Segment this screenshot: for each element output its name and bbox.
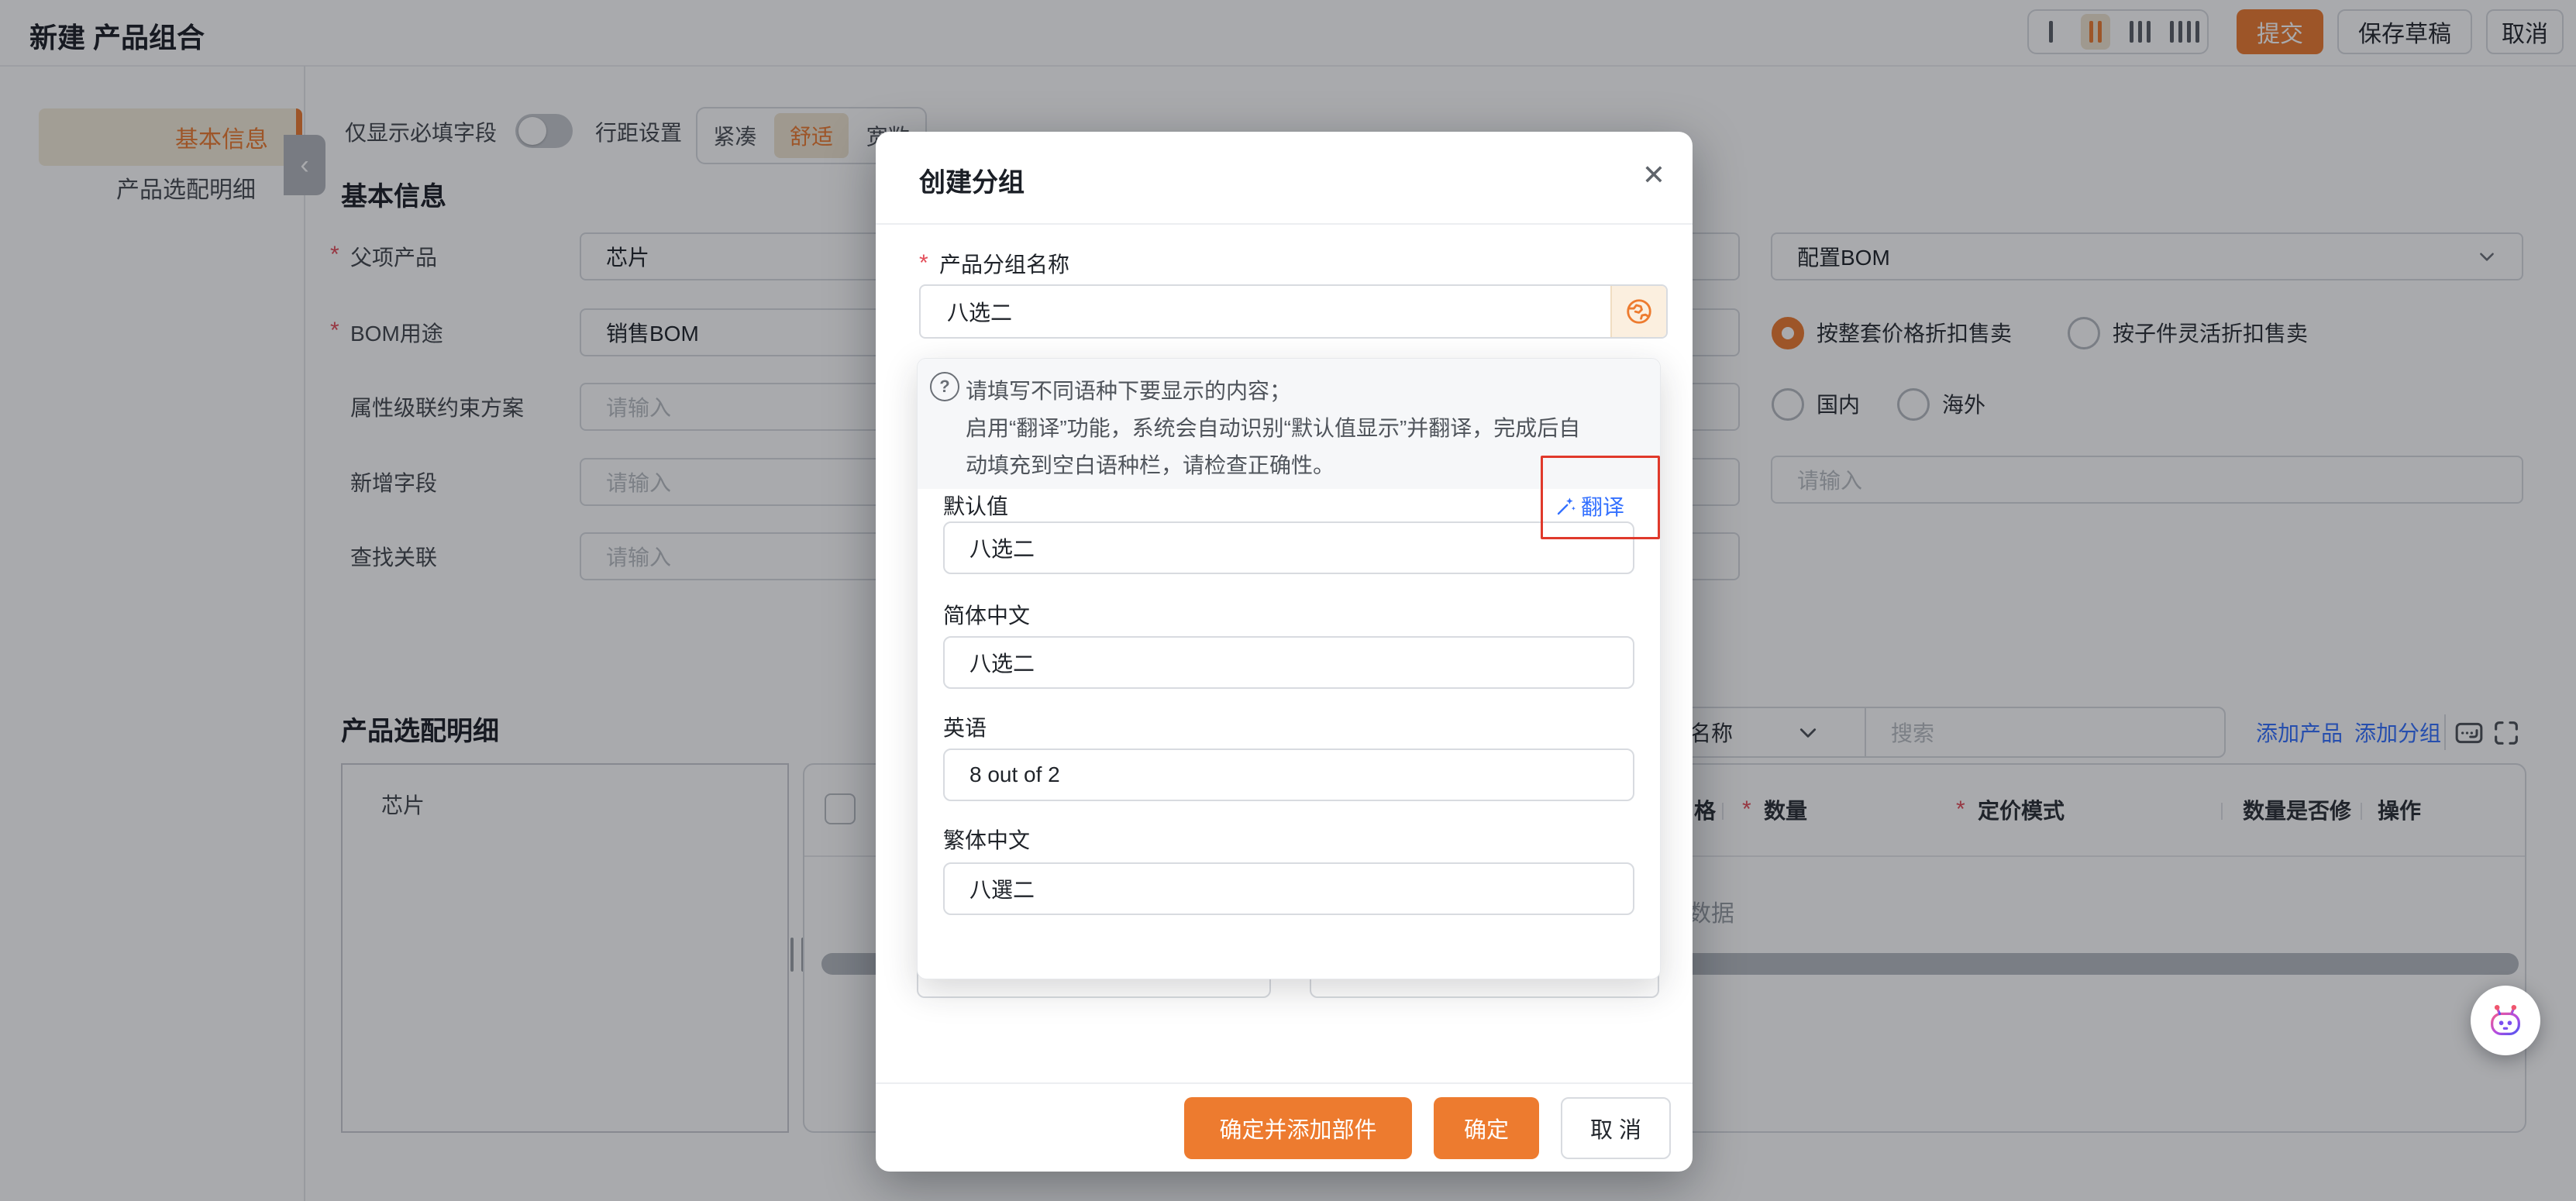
modal-title: 创建分组 <box>919 161 1025 199</box>
tip-line-2: 启用“翻译”功能，系统会自动识别“默认值显示”并翻译，完成后自 <box>966 410 1655 447</box>
required-star: * <box>919 252 928 275</box>
assistant-fab[interactable] <box>2471 986 2540 1055</box>
tip-line-1: 请填写不同语种下要显示的内容； <box>966 373 1648 410</box>
modal-footer-divider <box>876 1082 1693 1084</box>
group-name-input[interactable]: 八选二 <box>919 284 1668 339</box>
traditional-chinese-input[interactable]: 八選二 <box>943 862 1634 915</box>
modal-header-divider <box>876 223 1693 225</box>
simplified-chinese-label: 简体中文 <box>943 599 1030 630</box>
close-icon[interactable]: ✕ <box>1634 155 1674 195</box>
confirm-button[interactable]: 确定 <box>1434 1097 1539 1159</box>
english-input[interactable]: 8 out of 2 <box>943 748 1634 801</box>
multilang-popover: ? 请填写不同语种下要显示的内容； 启用“翻译”功能，系统会自动识别“默认值显示… <box>917 358 1661 979</box>
close-glyph: ✕ <box>1642 159 1665 191</box>
default-value-input[interactable]: 八选二 <box>943 521 1634 574</box>
group-name-label: 产品分组名称 <box>939 248 1069 279</box>
page: 新建 产品组合 提交 保存草稿 取消 基本信息 产品选配明细 ‹ 仅显示必填字段… <box>0 0 2576 1201</box>
traditional-chinese-label: 繁体中文 <box>943 824 1030 855</box>
create-group-modal: 创建分组 ✕ * 产品分组名称 八选二 ? <box>876 132 1693 1172</box>
group-name-value: 八选二 <box>921 296 1012 327</box>
globe-icon <box>1624 297 1654 326</box>
help-glyph: ? <box>939 377 949 397</box>
robot-icon <box>2485 1000 2526 1041</box>
lang-value: 8 out of 2 <box>969 762 1060 787</box>
confirm-and-add-part-button[interactable]: 确定并添加部件 <box>1184 1097 1412 1159</box>
help-circle-icon: ? <box>930 372 959 401</box>
english-label: 英语 <box>943 711 987 742</box>
default-value-label: 默认值 <box>943 489 1008 521</box>
simplified-chinese-input[interactable]: 八选二 <box>943 636 1634 689</box>
lang-value: 八选二 <box>969 647 1035 678</box>
modal-cancel-button[interactable]: 取 消 <box>1561 1097 1671 1159</box>
lang-value: 八选二 <box>969 532 1035 563</box>
lang-value: 八選二 <box>969 873 1035 904</box>
annotation-highlight-rect <box>1541 456 1660 539</box>
multilang-suffix-button[interactable] <box>1610 286 1666 337</box>
